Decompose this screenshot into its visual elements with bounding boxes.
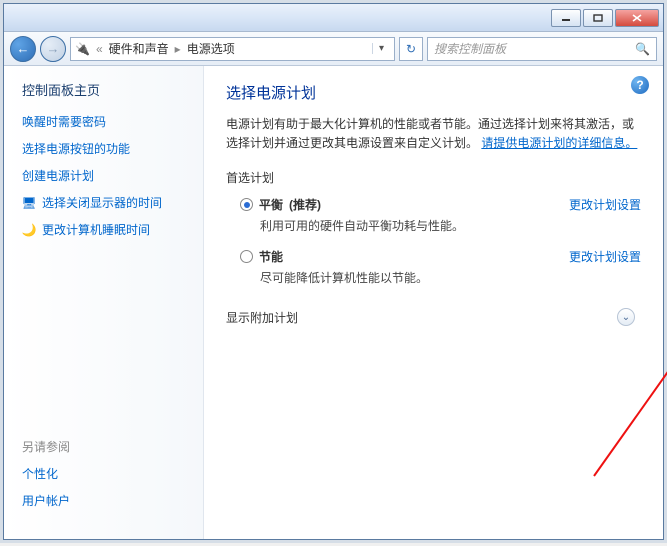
refresh-button[interactable]: ↻ xyxy=(399,37,423,61)
close-button[interactable] xyxy=(615,9,659,27)
extra-plans-title: 显示附加计划 xyxy=(226,309,298,326)
navbar: ← → 🔌 « 硬件和声音 ▸ 电源选项 ▾ ↻ 搜索控制面板 🔍 xyxy=(4,32,663,66)
help-icon[interactable]: ? xyxy=(631,76,649,94)
back-button[interactable]: ← xyxy=(10,36,36,62)
plan-balanced-rec: (推荐) xyxy=(289,196,321,213)
forward-button[interactable]: → xyxy=(40,36,66,62)
breadcrumb-sep-icon: « xyxy=(96,42,103,56)
maximize-button[interactable] xyxy=(583,9,613,27)
see-also-title: 另请参阅 xyxy=(22,438,70,455)
plan-saver-name: 节能 xyxy=(259,248,283,265)
preferred-plans-title: 首选计划 xyxy=(226,169,641,186)
search-placeholder: 搜索控制面板 xyxy=(434,40,506,57)
sidebar-link-create-plan[interactable]: 创建电源计划 xyxy=(22,167,191,184)
power-icon: 🔌 xyxy=(75,42,90,56)
see-also: 另请参阅 个性化 用户帐户 xyxy=(22,438,70,519)
extra-plans-row[interactable]: 显示附加计划 ⌄ xyxy=(226,308,641,326)
plan-balanced-name: 平衡 xyxy=(259,196,283,213)
address-dropdown-icon[interactable]: ▾ xyxy=(372,43,390,54)
page-heading: 选择电源计划 xyxy=(226,82,641,103)
breadcrumb-level1[interactable]: 硬件和声音 xyxy=(109,40,169,57)
titlebar xyxy=(4,4,663,32)
plan-balanced-change-link[interactable]: 更改计划设置 xyxy=(569,196,641,213)
sidebar-link-wake-password[interactable]: 唤醒时需要密码 xyxy=(22,113,191,130)
address-bar[interactable]: 🔌 « 硬件和声音 ▸ 电源选项 ▾ xyxy=(70,37,395,61)
plan-saver-change-link[interactable]: 更改计划设置 xyxy=(569,248,641,265)
plan-balanced-desc: 利用可用的硬件自动平衡功耗与性能。 xyxy=(260,217,561,234)
content-body: 控制面板主页 唤醒时需要密码 选择电源按钮的功能 创建电源计划 🖥选择关闭显示器… xyxy=(4,66,663,539)
sidebar-title[interactable]: 控制面板主页 xyxy=(22,80,191,99)
main-panel: ? 选择电源计划 电源计划有助于最大化计算机的性能或者节能。通过选择计划来将其激… xyxy=(204,66,663,539)
plan-saver-desc: 尽可能降低计算机性能以节能。 xyxy=(260,269,561,286)
chevron-down-icon[interactable]: ⌄ xyxy=(617,308,635,326)
see-also-user-accounts[interactable]: 用户帐户 xyxy=(22,492,70,509)
description: 电源计划有助于最大化计算机的性能或者节能。通过选择计划来将其激活，或选择计划并通… xyxy=(226,115,641,153)
annotation-arrow xyxy=(574,196,667,486)
monitor-icon: 🖥 xyxy=(22,196,36,210)
plan-balanced: 平衡 (推荐) 利用可用的硬件自动平衡功耗与性能。 更改计划设置 xyxy=(240,196,641,234)
plan-saver: 节能 尽可能降低计算机性能以节能。 更改计划设置 xyxy=(240,248,641,286)
see-also-personalization[interactable]: 个性化 xyxy=(22,465,70,482)
plan-balanced-radio[interactable] xyxy=(240,198,253,211)
sidebar-link-power-button[interactable]: 选择电源按钮的功能 xyxy=(22,140,191,157)
search-input[interactable]: 搜索控制面板 🔍 xyxy=(427,37,657,61)
chevron-right-icon: ▸ xyxy=(175,42,181,56)
details-link[interactable]: 请提供电源计划的详细信息。 xyxy=(481,136,637,150)
control-panel-window: ← → 🔌 « 硬件和声音 ▸ 电源选项 ▾ ↻ 搜索控制面板 🔍 控制面板主页… xyxy=(3,3,664,540)
sidebar-link-sleep[interactable]: 🌙更改计算机睡眠时间 xyxy=(22,221,191,238)
moon-icon: 🌙 xyxy=(22,223,36,237)
plan-saver-radio[interactable] xyxy=(240,250,253,263)
search-icon: 🔍 xyxy=(635,42,650,56)
sidebar: 控制面板主页 唤醒时需要密码 选择电源按钮的功能 创建电源计划 🖥选择关闭显示器… xyxy=(4,66,204,539)
minimize-button[interactable] xyxy=(551,9,581,27)
sidebar-link-display-off[interactable]: 🖥选择关闭显示器的时间 xyxy=(22,194,191,211)
breadcrumb-level2[interactable]: 电源选项 xyxy=(187,40,235,57)
